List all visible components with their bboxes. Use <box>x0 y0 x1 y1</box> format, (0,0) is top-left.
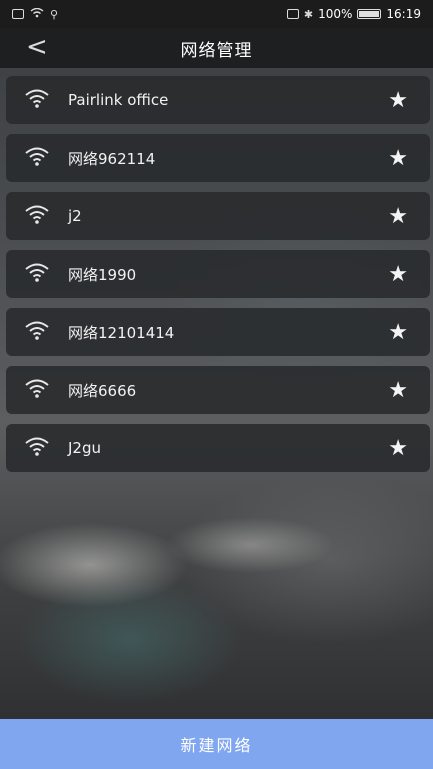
network-row[interactable]: 网络12101414 ★ <box>6 308 430 356</box>
network-row[interactable]: j2 ★ <box>6 192 430 240</box>
wifi-icon <box>24 378 50 400</box>
page-title: 网络管理 <box>180 40 253 61</box>
network-row[interactable]: 网络962114 ★ <box>6 134 430 182</box>
network-ssid: 网络6666 <box>68 381 137 400</box>
wifi-icon <box>24 436 50 458</box>
network-ssid: 网络962114 <box>68 149 156 168</box>
favorite-star-icon[interactable]: ★ <box>388 146 408 171</box>
sim-icon <box>12 9 24 19</box>
network-row[interactable]: J2gu ★ <box>6 424 430 472</box>
favorite-star-icon[interactable]: ★ <box>388 88 408 113</box>
app-header: < 网络管理 <box>0 28 433 68</box>
network-row[interactable]: 网络6666 ★ <box>6 366 430 414</box>
network-ssid: Pairlink office <box>68 91 169 109</box>
favorite-star-icon[interactable]: ★ <box>388 378 408 403</box>
status-icons-right: ✱ 100% 16:19 <box>286 7 421 21</box>
back-button[interactable]: < <box>26 32 56 64</box>
usb-icon: ⚲ <box>50 7 59 21</box>
wifi-status-icon <box>30 7 44 21</box>
wifi-icon <box>24 204 50 226</box>
network-row[interactable]: Pairlink office ★ <box>6 76 430 124</box>
status-bar: ⚲ ✱ 100% 16:19 <box>0 0 433 28</box>
status-icons-left: ⚲ <box>12 7 58 21</box>
battery-percent: 100% <box>318 7 353 21</box>
wifi-icon <box>24 262 50 284</box>
network-ssid: J2gu <box>68 439 101 457</box>
new-network-label: 新建网络 <box>180 736 253 755</box>
favorite-star-icon[interactable]: ★ <box>388 262 408 287</box>
network-row[interactable]: 网络1990 ★ <box>6 250 430 298</box>
battery-icon <box>357 9 382 19</box>
new-network-button[interactable]: 新建网络 <box>0 719 433 769</box>
wifi-icon <box>24 146 50 168</box>
wifi-icon <box>24 320 50 342</box>
wifi-icon <box>24 88 50 110</box>
favorite-star-icon[interactable]: ★ <box>388 204 408 229</box>
network-ssid: j2 <box>68 207 82 225</box>
chevron-left-icon: < <box>26 32 48 62</box>
clock: 16:19 <box>386 7 421 21</box>
nfc-icon <box>286 9 299 19</box>
favorite-star-icon[interactable]: ★ <box>388 320 408 345</box>
bluetooth-icon: ✱ <box>303 7 314 21</box>
network-ssid: 网络12101414 <box>68 323 175 342</box>
network-list: Pairlink office ★ 网络962114 ★ j2 ★ 网络1990 ★ 网络121… <box>6 76 430 482</box>
network-ssid: 网络1990 <box>68 265 137 284</box>
favorite-star-icon[interactable]: ★ <box>388 436 408 461</box>
